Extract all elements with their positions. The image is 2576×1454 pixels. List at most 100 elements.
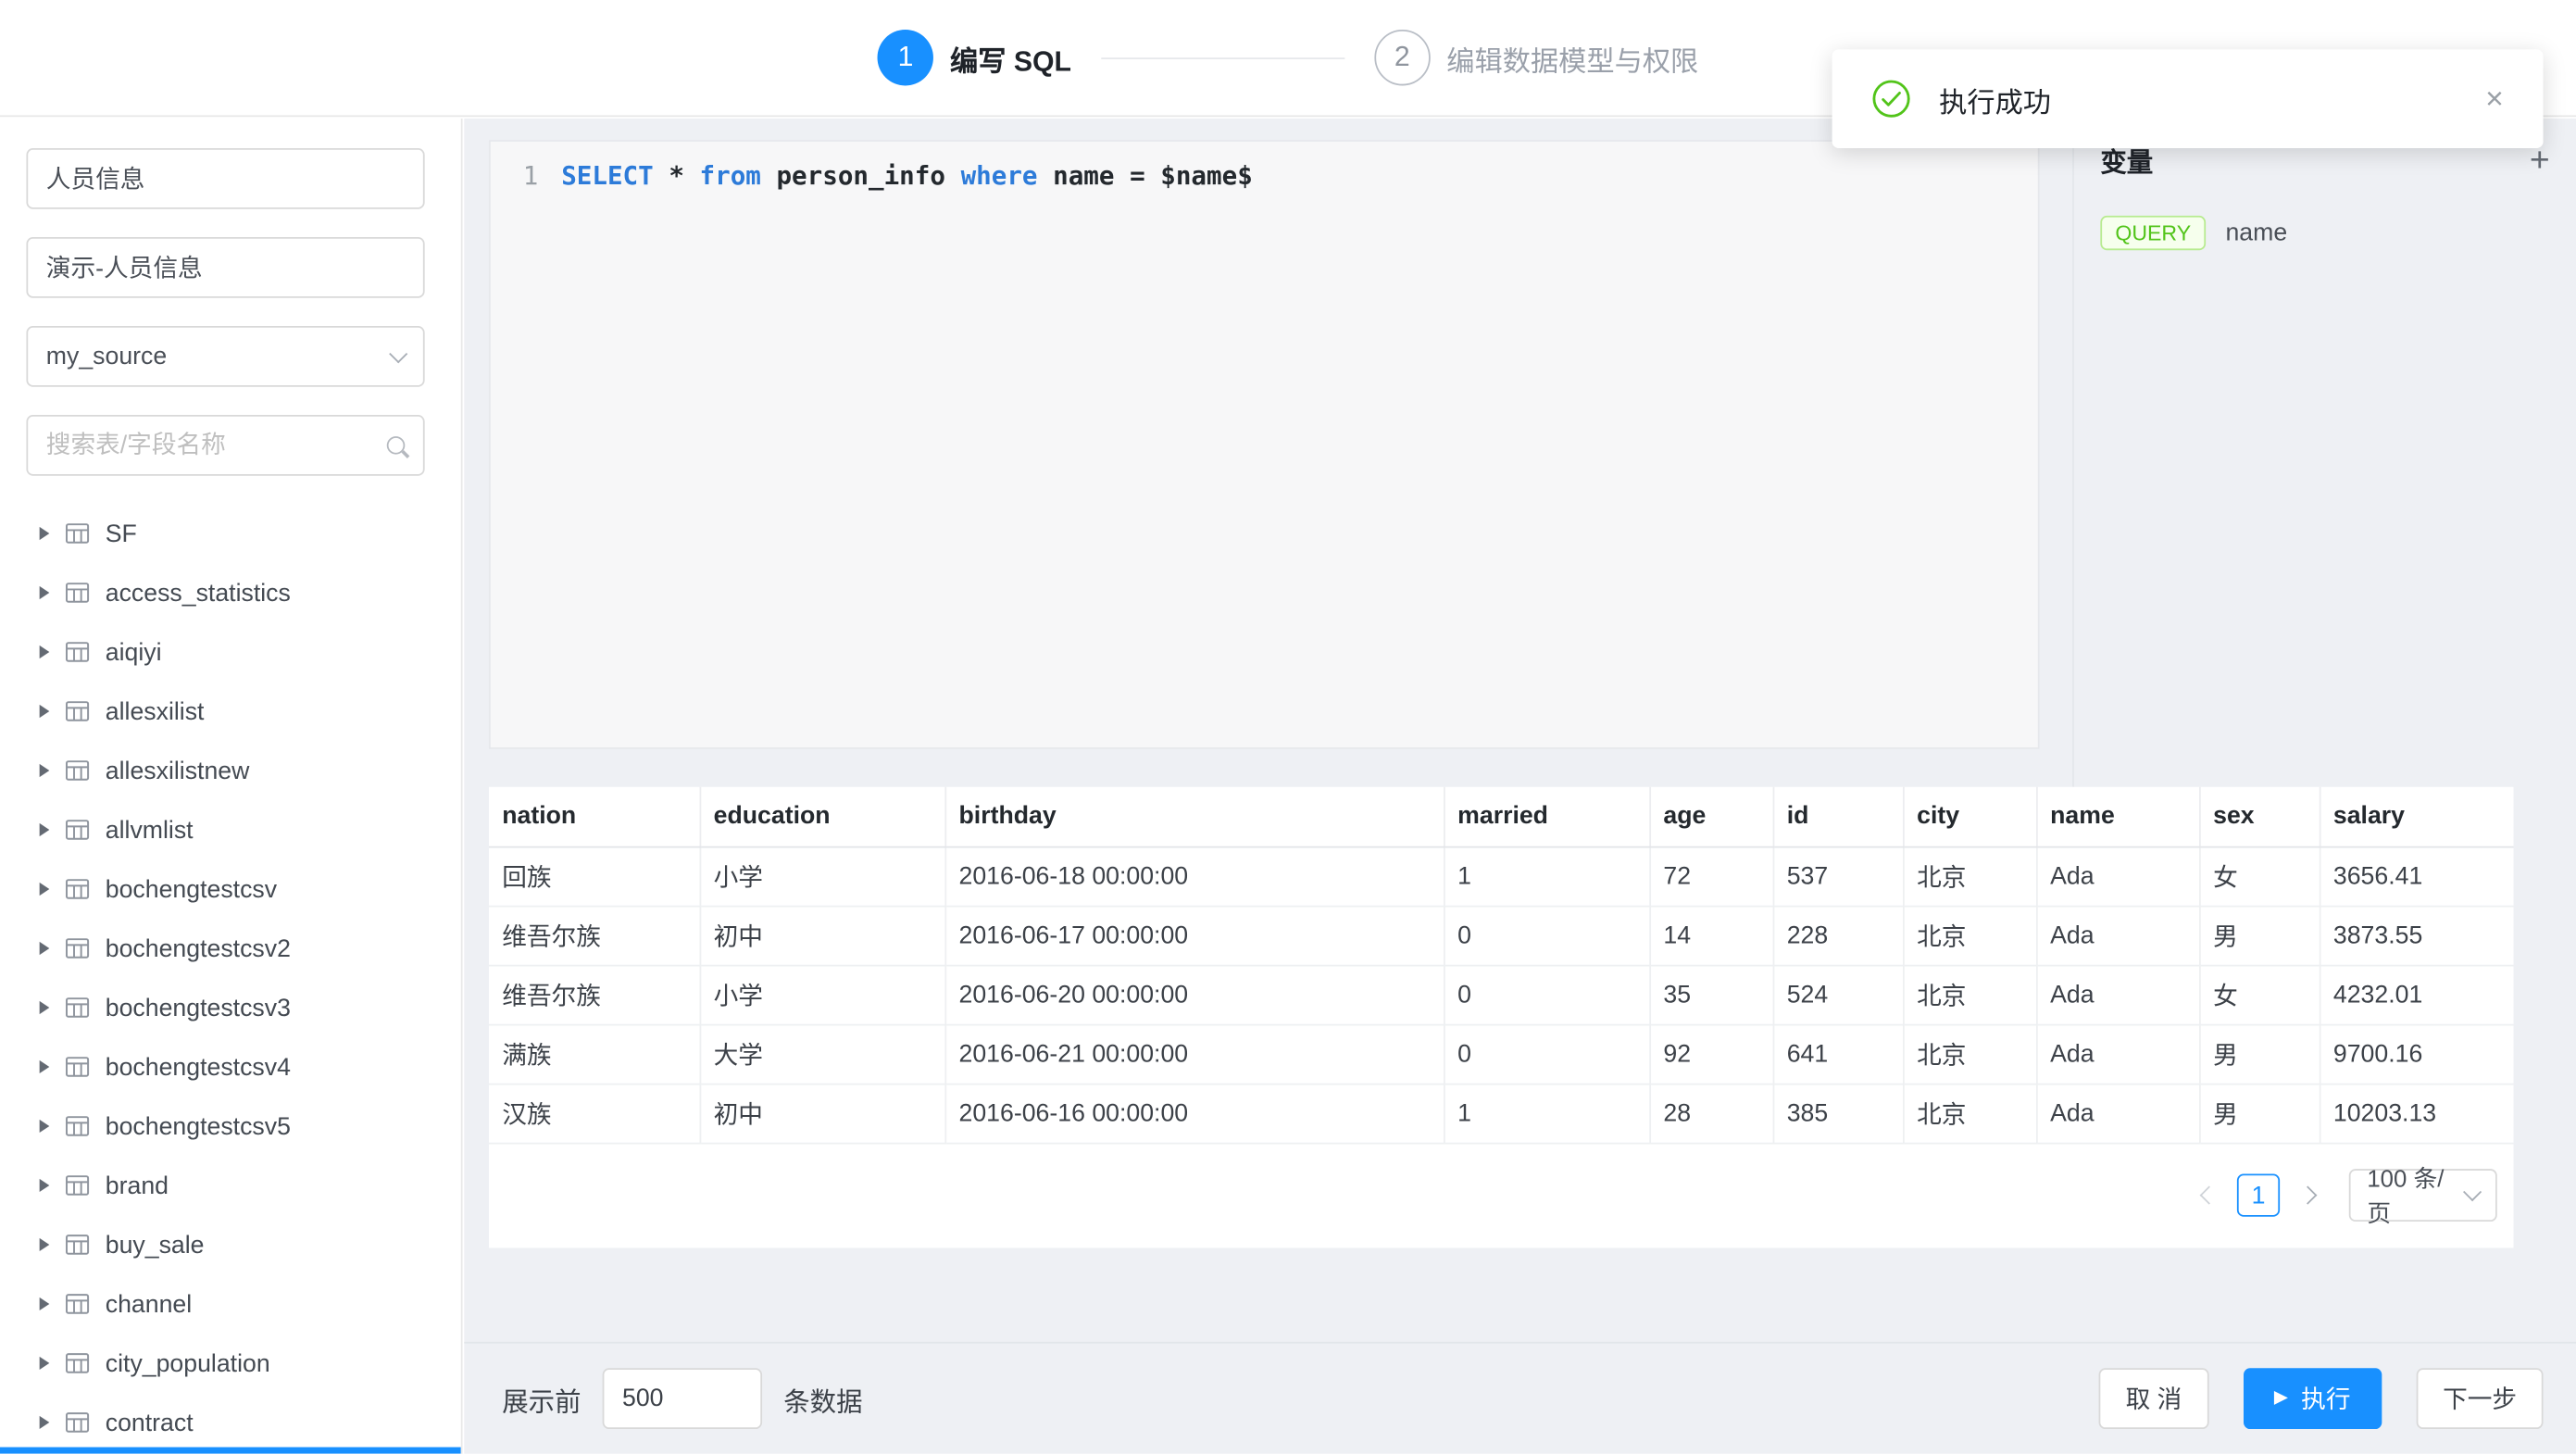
tree-item-allesxilist[interactable]: allesxilist [26,682,424,741]
caret-right-icon[interactable] [40,586,50,599]
table-cell: 满族 [489,1024,700,1084]
toast-message: 执行成功 [1939,78,2051,119]
prev-page-button[interactable] [2191,1175,2227,1215]
tree-item-bochengtestcsv4[interactable]: bochengtestcsv4 [26,1037,424,1097]
column-header-age: age [1649,787,1772,846]
caret-right-icon[interactable] [40,883,50,896]
column-header-id: id [1773,787,1903,846]
code-token-plain: name = $name$ [1038,161,1253,191]
table-cell: 维吾尔族 [489,906,700,965]
search-input[interactable] [46,432,374,459]
pagination: 1 100 条/页 [2191,1169,2497,1222]
variable-type-badge: QUERY [2100,216,2206,250]
table-name: brand [106,1172,169,1199]
source-select-value: my_source [46,343,167,370]
table-header-row: nationeducationbirthdaymarriedageidcityn… [489,787,2514,846]
caret-right-icon[interactable] [40,1001,50,1014]
table-name: allesxilistnew [106,757,250,784]
table-name: allvmlist [106,816,194,844]
search-box[interactable] [26,415,424,476]
table-icon [64,1054,90,1080]
table-cell: 228 [1773,906,1903,965]
sql-editor[interactable]: 1 SELECT * from person_info where name =… [489,140,2040,749]
tree-item-brand[interactable]: brand [26,1156,424,1215]
table-name: access_statistics [106,579,291,607]
table-icon [64,876,90,902]
tree-item-buy_sale[interactable]: buy_sale [26,1215,424,1274]
tree-item-bochengtestcsv2[interactable]: bochengtestcsv2 [26,919,424,978]
code-line-content[interactable]: SELECT * from person_info where name = $… [561,158,1253,194]
caret-right-icon[interactable] [40,1357,50,1370]
limit-suffix-label: 条数据 [783,1379,862,1419]
caret-right-icon[interactable] [40,1120,50,1133]
table-cell: 北京 [1903,1084,2036,1143]
tree-item-access_statistics[interactable]: access_statistics [26,563,424,622]
tree-item-city_population[interactable]: city_population [26,1334,424,1393]
page-size-value: 100 条/页 [2367,1160,2466,1230]
table-name: channel [106,1290,192,1318]
tree-item-bochengtestcsv5[interactable]: bochengtestcsv5 [26,1097,424,1156]
search-icon [387,436,406,455]
caret-right-icon[interactable] [40,646,50,658]
cancel-button[interactable]: 取 消 [2099,1368,2208,1429]
page-size-select[interactable]: 100 条/页 [2349,1169,2497,1222]
caret-right-icon[interactable] [40,705,50,718]
tree-item-channel[interactable]: channel [26,1274,424,1334]
caret-right-icon[interactable] [40,823,50,836]
page-number[interactable]: 1 [2237,1174,2280,1217]
table-name: buy_sale [106,1231,205,1259]
tree-item-bochengtestcsv3[interactable]: bochengtestcsv3 [26,978,424,1037]
table-icon [64,639,90,665]
table-cell: 1 [1444,846,1649,906]
table-cell: 男 [2199,906,2320,965]
table-cell: 9700.16 [2320,1024,2514,1084]
model-name-input[interactable] [26,148,424,209]
next-page-button[interactable] [2290,1175,2326,1215]
close-icon[interactable]: × [2485,83,2504,115]
tree-item-contract[interactable]: contract [26,1393,424,1452]
table-cell: 385 [1773,1084,1903,1143]
table-cell: 女 [2199,846,2320,906]
caret-right-icon[interactable] [40,1060,50,1073]
table-name: aiqiyi [106,638,162,666]
table-icon [64,1172,90,1198]
step-2[interactable]: 2 编辑数据模型与权限 [1374,30,1698,85]
next-step-button[interactable]: 下一步 [2417,1368,2544,1429]
table-cell: 初中 [700,906,945,965]
caret-right-icon[interactable] [40,942,50,955]
tree-item-allesxilistnew[interactable]: allesxilistnew [26,741,424,800]
table-cell: 女 [2199,965,2320,1024]
tree-item-allvmlist[interactable]: allvmlist [26,800,424,859]
results-card: nationeducationbirthdaymarriedageidcityn… [489,787,2514,1248]
tree-item-SF[interactable]: SF [26,504,424,563]
sidebar-scrollbar[interactable] [0,1448,461,1454]
caret-right-icon[interactable] [40,1238,50,1251]
column-header-city: city [1903,787,2036,846]
table-name: contract [106,1409,194,1436]
step-connector [1101,56,1344,58]
step-1[interactable]: 1 编写 SQL [878,30,1071,85]
results-tbody: 回族小学2016-06-18 00:00:00172537北京Ada女3656.… [489,846,2514,1143]
column-header-sex: sex [2199,787,2320,846]
table-cell: Ada [2036,965,2199,1024]
caret-right-icon[interactable] [40,527,50,540]
chevron-down-icon [2463,1183,2482,1201]
table-name: bochengtestcsv [106,875,277,903]
table-icon [64,1350,90,1376]
execute-button[interactable]: ▶ 执行 [2243,1368,2382,1429]
tree-item-bochengtestcsv[interactable]: bochengtestcsv [26,859,424,919]
caret-right-icon[interactable] [40,1297,50,1310]
source-select[interactable]: my_source [26,326,424,387]
limit-input[interactable] [603,1368,762,1429]
step-1-label: 编写 SQL [950,37,1071,78]
table-name: bochengtestcsv5 [106,1112,291,1140]
table-name: SF [106,520,137,547]
display-name-input[interactable] [26,237,424,298]
tree-item-aiqiyi[interactable]: aiqiyi [26,622,424,682]
caret-right-icon[interactable] [40,764,50,777]
table-cell: 2016-06-16 00:00:00 [944,1084,1444,1143]
caret-right-icon[interactable] [40,1416,50,1429]
caret-right-icon[interactable] [40,1179,50,1192]
table-name: bochengtestcsv4 [106,1053,291,1081]
table-cell: 北京 [1903,1024,2036,1084]
